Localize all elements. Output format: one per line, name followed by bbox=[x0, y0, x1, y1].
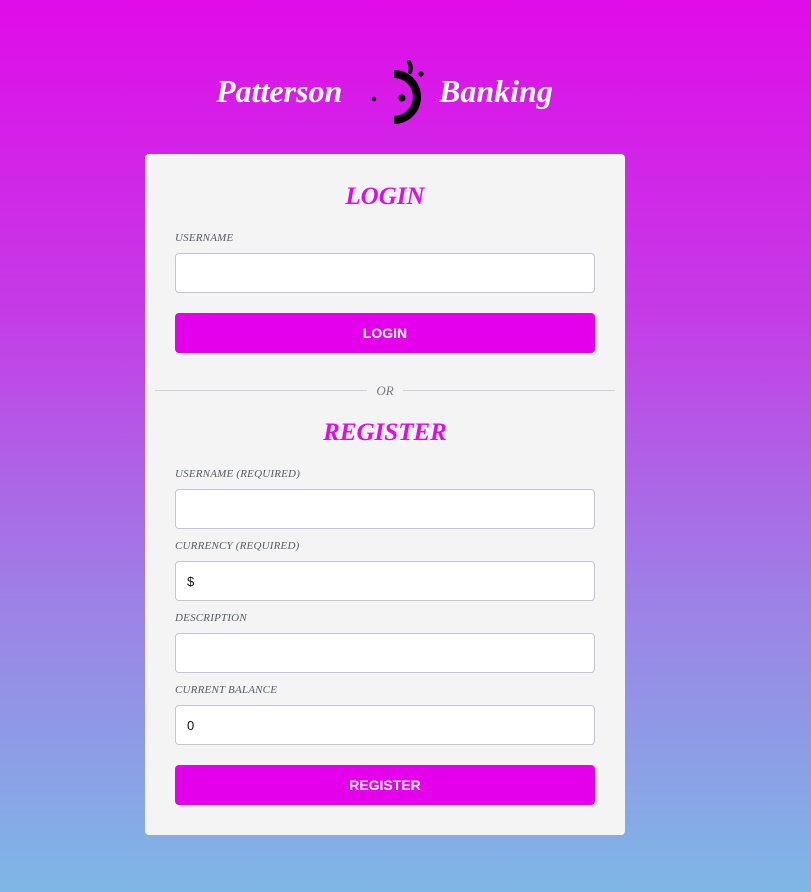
login-title: LOGIN bbox=[345, 183, 425, 210]
login-button[interactable]: LOGIN bbox=[175, 313, 595, 353]
register-username-input[interactable] bbox=[175, 489, 595, 529]
register-currency-input[interactable] bbox=[175, 561, 595, 601]
crescent-face-logo-icon bbox=[371, 60, 424, 124]
register-title: REGISTER bbox=[323, 419, 447, 446]
brand-name-right: Banking bbox=[439, 73, 553, 109]
register-description-input[interactable] bbox=[175, 633, 595, 673]
register-button[interactable]: REGISTER bbox=[175, 765, 595, 805]
login-username-input[interactable] bbox=[175, 253, 595, 293]
site-header: Patterson Banking bbox=[0, 58, 811, 128]
register-balance-input[interactable] bbox=[175, 705, 595, 745]
register-username-label: USERNAME (REQUIRED) bbox=[175, 468, 301, 480]
register-description-label: DESCRIPTION bbox=[175, 612, 247, 624]
register-currency-label: CURRENCY (REQUIRED) bbox=[175, 540, 300, 552]
divider-line-right bbox=[403, 390, 615, 391]
login-username-label: USERNAME bbox=[175, 232, 234, 244]
brand-name-left: Patterson bbox=[216, 73, 343, 109]
auth-card: LOGIN USERNAME LOGIN OR REGISTER USERNAM… bbox=[145, 154, 625, 835]
register-balance-label: CURRENT BALANCE bbox=[175, 684, 278, 696]
divider-or-text: OR bbox=[376, 383, 394, 398]
